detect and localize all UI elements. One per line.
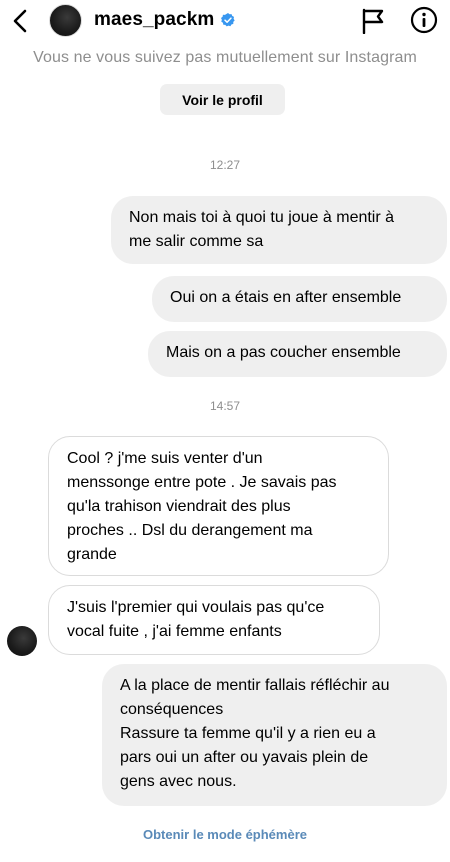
outgoing-message[interactable]: Oui on a étais en after ensemble xyxy=(152,276,447,322)
chevron-left-icon xyxy=(13,9,27,33)
message-text: Cool ? j'me suis venter d'un menssonge e… xyxy=(67,450,337,563)
info-icon[interactable] xyxy=(410,6,438,34)
verified-badge-icon xyxy=(221,13,236,27)
message-text: Non mais toi à quoi tu joue à mentir à m… xyxy=(129,209,395,250)
flag-icon[interactable] xyxy=(361,8,385,34)
outgoing-message[interactable]: Non mais toi à quoi tu joue à mentir à m… xyxy=(111,196,447,264)
message-text: J'suis l'premier qui voulais pas qu'ce v… xyxy=(67,599,325,640)
outgoing-message[interactable]: A la place de mentir fallais réfléchir a… xyxy=(102,664,447,806)
view-profile-button[interactable]: Voir le profil xyxy=(160,84,285,115)
avatar[interactable] xyxy=(49,4,82,37)
ephemeral-mode-link[interactable]: Obtenir le mode éphémère xyxy=(0,827,450,842)
message-text: Oui on a étais en after ensemble xyxy=(170,289,402,306)
message-text: A la place de mentir fallais réfléchir a… xyxy=(120,677,390,790)
sender-avatar[interactable] xyxy=(7,626,37,656)
timestamp: 12:27 xyxy=(209,158,241,172)
profile-name-link[interactable]: maes_packm xyxy=(94,9,236,31)
incoming-message[interactable]: Cool ? j'me suis venter d'un menssonge e… xyxy=(48,436,389,576)
chat-header: maes_packm xyxy=(0,0,450,44)
message-text: Mais on a pas coucher ensemble xyxy=(166,344,401,361)
back-button[interactable] xyxy=(6,6,34,36)
dm-conversation-screen: maes_packm Vous ne vous suivez pas mutue… xyxy=(0,0,450,862)
incoming-message[interactable]: J'suis l'premier qui voulais pas qu'ce v… xyxy=(48,585,380,655)
outgoing-message[interactable]: Mais on a pas coucher ensemble xyxy=(148,331,447,377)
not-following-notice: Vous ne vous suivez pas mutuellement sur… xyxy=(33,49,417,66)
timestamp: 14:57 xyxy=(209,399,241,413)
username: maes_packm xyxy=(94,9,215,30)
